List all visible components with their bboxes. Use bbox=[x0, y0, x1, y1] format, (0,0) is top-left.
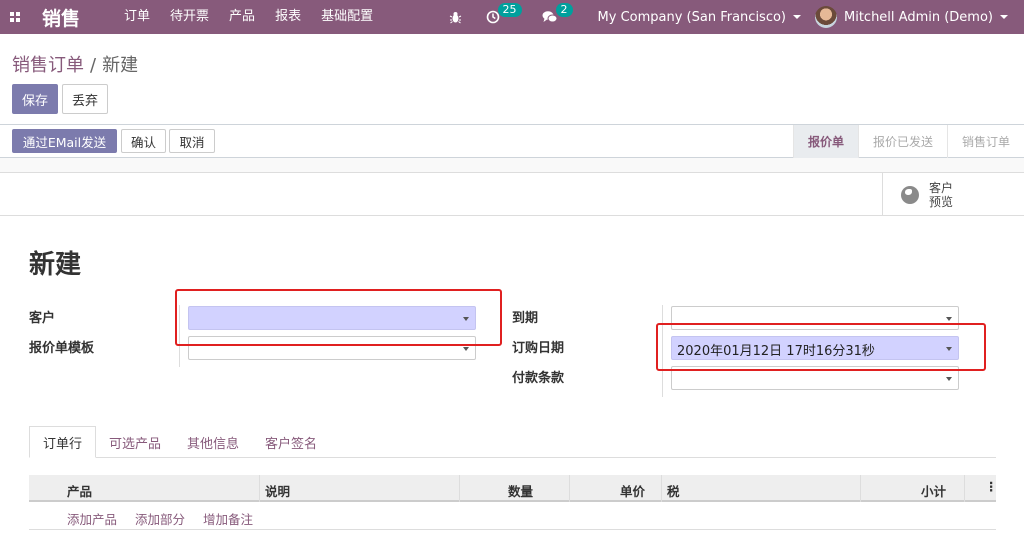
column-header-taxes[interactable]: 税 bbox=[667, 481, 680, 500]
chevron-down-icon bbox=[1000, 15, 1008, 19]
tab-optional-products[interactable]: 可选产品 bbox=[96, 426, 174, 458]
field-divider bbox=[662, 305, 663, 397]
notebook-tabs: 订单行 可选产品 其他信息 客户签名 bbox=[29, 426, 330, 458]
stage-sales-order: 销售订单 bbox=[946, 125, 1024, 158]
column-header-subtotal[interactable]: 小计 bbox=[921, 481, 946, 500]
add-product-link[interactable]: 添加产品 bbox=[67, 509, 117, 528]
column-header-quantity[interactable]: 数量 bbox=[508, 481, 533, 500]
dropdown-caret-icon bbox=[463, 317, 469, 321]
button-box: 客户 预览 bbox=[0, 172, 1024, 217]
main-menu: 订单 待开票 产品 报表 基础配置 bbox=[114, 0, 383, 34]
tab-other-info[interactable]: 其他信息 bbox=[174, 426, 252, 458]
order-date-label: 订购日期 bbox=[512, 341, 565, 356]
add-section-link[interactable]: 添加部分 bbox=[135, 509, 185, 528]
globe-icon bbox=[901, 186, 919, 204]
top-navbar: 销售 订单 待开票 产品 报表 基础配置 25 2 My Company (Sa… bbox=[0, 0, 1024, 34]
validity-label: 到期 bbox=[512, 311, 539, 326]
menu-item-configuration[interactable]: 基础配置 bbox=[311, 0, 383, 34]
validity-date-field[interactable] bbox=[671, 306, 959, 330]
order-lines-add-row: 添加产品 添加部分 增加备注 bbox=[29, 503, 996, 530]
app-brand[interactable]: 销售 bbox=[42, 4, 80, 31]
quotation-template-label: 报价单模板 bbox=[29, 341, 95, 356]
control-panel: 销售订单 / 新建 保存 丢弃 bbox=[0, 34, 1024, 125]
quotation-template-field[interactable] bbox=[188, 336, 476, 360]
optional-columns-icon[interactable]: ⋮ bbox=[985, 479, 998, 494]
page-title: 新建 bbox=[29, 250, 82, 280]
tab-customer-signature[interactable]: 客户签名 bbox=[252, 426, 330, 458]
menu-item-reporting[interactable]: 报表 bbox=[265, 0, 311, 34]
user-menu[interactable]: Mitchell Admin (Demo) bbox=[815, 0, 1024, 34]
customer-field[interactable] bbox=[188, 306, 476, 330]
customer-preview-label: 客户 预览 bbox=[929, 181, 954, 209]
menu-item-to-invoice[interactable]: 待开票 bbox=[160, 0, 219, 34]
status-stages: 报价单 报价已发送 销售订单 bbox=[792, 125, 1024, 158]
order-lines-header: 产品 说明 数量 单价 税 小计 ⋮ bbox=[29, 475, 998, 502]
customer-preview-button[interactable]: 客户 预览 bbox=[882, 173, 1024, 217]
tab-order-lines[interactable]: 订单行 bbox=[29, 426, 97, 458]
menu-item-products[interactable]: 产品 bbox=[219, 0, 265, 34]
cancel-button[interactable]: 取消 bbox=[169, 129, 215, 153]
column-header-unit-price[interactable]: 单价 bbox=[620, 481, 645, 500]
activity-clock-icon[interactable]: 25 bbox=[474, 0, 530, 34]
user-name: Mitchell Admin (Demo) bbox=[844, 9, 993, 25]
menu-item-orders[interactable]: 订单 bbox=[114, 0, 160, 34]
dropdown-caret-icon bbox=[463, 347, 469, 351]
debug-icon[interactable] bbox=[437, 0, 474, 34]
activity-count-badge: 25 bbox=[497, 3, 522, 17]
breadcrumb: 销售订单 / 新建 bbox=[12, 51, 138, 77]
payment-terms-label: 付款条款 bbox=[512, 371, 565, 386]
breadcrumb-current: 新建 bbox=[102, 55, 139, 76]
order-date-field[interactable]: 2020年01月12日 17时16分31秒 bbox=[671, 336, 959, 360]
systray: 25 2 My Company (San Francisco) Mitchell… bbox=[437, 0, 1024, 34]
stage-quotation-sent: 报价已发送 bbox=[857, 125, 947, 158]
confirm-button[interactable]: 确认 bbox=[121, 129, 166, 153]
dropdown-caret-icon bbox=[946, 347, 952, 351]
breadcrumb-sales-orders[interactable]: 销售订单 bbox=[12, 55, 84, 76]
statusbar: 通过EMail发送 确认 取消 报价单 报价已发送 销售订单 bbox=[0, 125, 1024, 158]
save-button[interactable]: 保存 bbox=[12, 84, 58, 114]
send-by-email-button[interactable]: 通过EMail发送 bbox=[12, 129, 117, 153]
payment-terms-field[interactable] bbox=[671, 366, 959, 390]
stage-quotation: 报价单 bbox=[792, 125, 858, 158]
messages-chat-icon[interactable]: 2 bbox=[530, 0, 584, 34]
dropdown-caret-icon bbox=[946, 377, 952, 381]
add-note-link[interactable]: 增加备注 bbox=[203, 509, 253, 528]
column-header-description[interactable]: 说明 bbox=[265, 481, 290, 500]
company-name: My Company (San Francisco) bbox=[597, 9, 786, 25]
column-header-product[interactable]: 产品 bbox=[67, 481, 92, 500]
field-divider bbox=[179, 305, 180, 367]
avatar bbox=[815, 6, 837, 28]
discard-button[interactable]: 丢弃 bbox=[62, 84, 108, 114]
breadcrumb-separator: / bbox=[90, 55, 97, 76]
messages-count-badge: 2 bbox=[555, 3, 573, 17]
company-switcher[interactable]: My Company (San Francisco) bbox=[584, 0, 815, 34]
dropdown-caret-icon bbox=[946, 317, 952, 321]
chevron-down-icon bbox=[793, 15, 801, 19]
customer-label: 客户 bbox=[29, 311, 56, 326]
apps-menu-icon[interactable] bbox=[0, 0, 30, 34]
